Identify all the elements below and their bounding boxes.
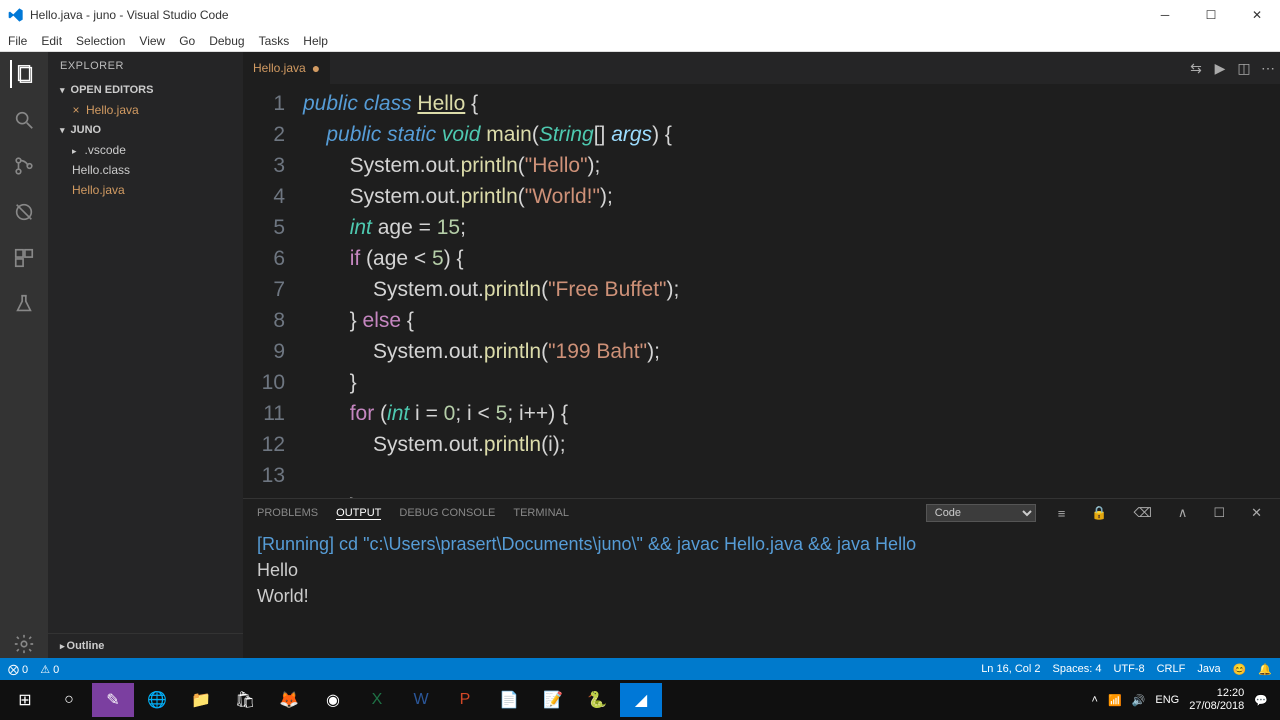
menu-go[interactable]: Go: [179, 34, 195, 48]
outline-section[interactable]: Outline: [48, 633, 243, 658]
file-item[interactable]: .vscode: [48, 140, 243, 160]
panel-tabs: PROBLEMS OUTPUT DEBUG CONSOLE TERMINAL Code…: [243, 499, 1280, 527]
tray-wifi-icon[interactable]: 📶: [1108, 694, 1122, 707]
tab-label: Hello.java: [253, 61, 306, 75]
chrome-icon[interactable]: ◉: [312, 683, 354, 717]
split-icon[interactable]: ◫: [1232, 60, 1256, 77]
file-item[interactable]: Hello.java: [48, 180, 243, 200]
explorer-sidebar: Explorer Open Editors ×Hello.java juno .…: [48, 52, 243, 658]
menu-selection[interactable]: Selection: [76, 34, 125, 48]
output-content[interactable]: [Running] cd "c:\Users\prasert\Documents…: [243, 527, 1280, 658]
tray-notification-icon[interactable]: 💬: [1254, 694, 1268, 707]
up-icon[interactable]: ∧: [1174, 505, 1192, 521]
titlebar: Hello.java - juno - Visual Studio Code ─…: [0, 0, 1280, 30]
maximize-button[interactable]: ☐: [1188, 0, 1234, 30]
file-item[interactable]: Hello.class: [48, 160, 243, 180]
task-app-3[interactable]: 📄: [488, 683, 530, 717]
code-editor[interactable]: 1234567891011121314 public class Hello {…: [243, 84, 1280, 498]
task-app-1[interactable]: ✎: [92, 683, 134, 717]
bottom-panel: PROBLEMS OUTPUT DEBUG CONSOLE TERMINAL Code…: [243, 498, 1280, 658]
search-icon[interactable]: [10, 106, 38, 134]
tray-chevron-icon[interactable]: ˄: [1092, 694, 1098, 706]
run-icon[interactable]: ▶: [1208, 60, 1232, 77]
status-item[interactable]: 🔔: [1258, 663, 1272, 676]
vscode-logo-icon: [8, 7, 24, 23]
status-item[interactable]: 😊: [1233, 663, 1247, 676]
status-item[interactable]: CRLF: [1157, 663, 1186, 675]
status-bar: ⨂ 0 ⚠ 0 Ln 16, Col 2 Spaces: 4 UTF-8 CRLF Java…: [0, 658, 1280, 680]
menu-file[interactable]: File: [8, 34, 27, 48]
vscode-task-icon[interactable]: ◢: [620, 683, 662, 717]
output-selector[interactable]: Code: [926, 504, 1036, 522]
filter-icon[interactable]: ≡: [1054, 506, 1070, 521]
activity-bar: [0, 52, 48, 658]
windows-taskbar: ⊞ ○ ✎ 🌐 📁 🛍 🦊 ◉ X W P 📄 📝 🐍 ◢ ˄ 📶 🔊 ENG …: [0, 680, 1280, 720]
store-icon[interactable]: 🛍: [224, 683, 266, 717]
compare-icon[interactable]: ⇆: [1184, 60, 1208, 77]
status-item[interactable]: Java: [1197, 663, 1220, 675]
modified-dot-icon: ●: [312, 60, 320, 76]
panel-tab-terminal[interactable]: TERMINAL: [513, 507, 569, 519]
file-explorer-icon[interactable]: 📁: [180, 683, 222, 717]
menu-help[interactable]: Help: [303, 34, 328, 48]
start-button[interactable]: ⊞: [4, 683, 46, 717]
excel-icon[interactable]: X: [356, 683, 398, 717]
panel-tab-problems[interactable]: PROBLEMS: [257, 507, 318, 519]
sidebar-title: Explorer: [48, 52, 243, 80]
tray-volume-icon[interactable]: 🔊: [1132, 694, 1146, 707]
open-editor-label: Hello.java: [86, 103, 139, 117]
editor-area: Hello.java ● ⇆ ▶ ◫ ⋯ 1234567891011121314…: [243, 52, 1280, 658]
panel-x-icon[interactable]: ✕: [1247, 505, 1266, 521]
close-button[interactable]: ✕: [1234, 0, 1280, 30]
line-gutter: 1234567891011121314: [243, 84, 303, 498]
powerpoint-icon[interactable]: P: [444, 683, 486, 717]
status-item[interactable]: ⨂ 0: [8, 663, 28, 676]
tab-bar: Hello.java ● ⇆ ▶ ◫ ⋯: [243, 52, 1280, 84]
menu-debug[interactable]: Debug: [209, 34, 244, 48]
lock-icon[interactable]: 🔒: [1087, 505, 1111, 521]
firefox-icon[interactable]: 🦊: [268, 683, 310, 717]
explorer-icon[interactable]: [10, 60, 38, 88]
source-control-icon[interactable]: [10, 152, 38, 180]
editor-tab[interactable]: Hello.java ●: [243, 52, 330, 84]
tray-clock[interactable]: 12:2027/08/2018: [1189, 687, 1244, 713]
word-icon[interactable]: W: [400, 683, 442, 717]
status-item[interactable]: UTF-8: [1113, 663, 1144, 675]
debug-icon[interactable]: [10, 198, 38, 226]
minimap[interactable]: [1230, 84, 1280, 498]
settings-gear-icon[interactable]: [10, 630, 38, 658]
test-icon[interactable]: [10, 290, 38, 318]
panel-tab-output[interactable]: OUTPUT: [336, 507, 381, 520]
clear-icon[interactable]: ⌫: [1130, 505, 1156, 521]
panel-tab-debug-console[interactable]: DEBUG CONSOLE: [399, 507, 495, 519]
open-editors-section[interactable]: Open Editors: [48, 80, 243, 100]
task-app-5[interactable]: 🐍: [576, 683, 618, 717]
extensions-icon[interactable]: [10, 244, 38, 272]
menu-edit[interactable]: Edit: [41, 34, 62, 48]
task-app-2[interactable]: 🌐: [136, 683, 178, 717]
menu-bar: File Edit Selection View Go Debug Tasks Help: [0, 30, 1280, 52]
minimize-button[interactable]: ─: [1142, 0, 1188, 30]
system-tray[interactable]: ˄ 📶 🔊 ENG 12:2027/08/2018 💬: [1092, 687, 1276, 713]
cortana-icon[interactable]: ○: [48, 683, 90, 717]
code-content[interactable]: public class Hello { public static void …: [303, 84, 1230, 498]
tray-lang[interactable]: ENG: [1155, 694, 1179, 706]
panel-close-icon[interactable]: ☐: [1209, 505, 1229, 521]
task-app-4[interactable]: 📝: [532, 683, 574, 717]
menu-tasks[interactable]: Tasks: [259, 34, 290, 48]
status-item[interactable]: Spaces: 4: [1053, 663, 1102, 675]
status-item[interactable]: ⚠ 0: [40, 663, 59, 676]
status-item[interactable]: Ln 16, Col 2: [981, 663, 1040, 675]
window-title: Hello.java - juno - Visual Studio Code: [30, 8, 1142, 22]
project-section[interactable]: juno: [48, 120, 243, 140]
open-editor-item[interactable]: ×Hello.java: [48, 100, 243, 120]
menu-view[interactable]: View: [139, 34, 165, 48]
more-icon[interactable]: ⋯: [1256, 60, 1280, 77]
